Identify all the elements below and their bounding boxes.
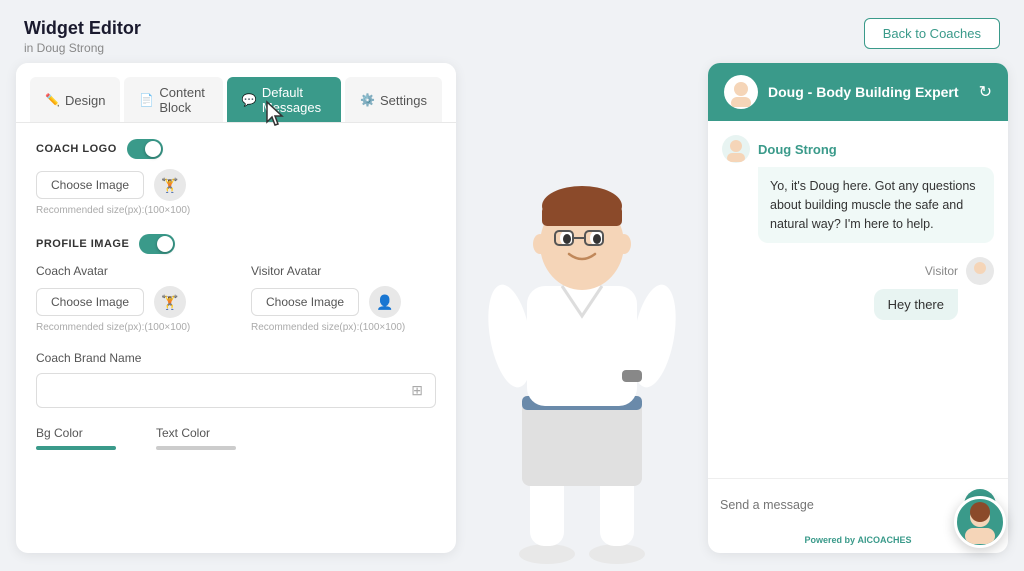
visitor-message: Visitor Hey there xyxy=(722,257,994,320)
chat-header-avatar xyxy=(724,75,758,109)
visitor-msg-header: Visitor xyxy=(925,257,994,285)
coach-logo-choose-btn[interactable]: Choose Image xyxy=(36,171,144,199)
bg-color-label: Bg Color xyxy=(36,426,116,440)
chat-input[interactable] xyxy=(720,498,956,512)
settings-icon: ⚙️ xyxy=(360,93,375,107)
coach-avatar-choose-btn[interactable]: Choose Image xyxy=(36,288,144,316)
visitor-avatar-choose-btn[interactable]: Choose Image xyxy=(251,288,359,316)
main-layout: ✏️ Design 📄 Content Block 💬 Default Mess… xyxy=(0,63,1024,566)
mascot-area xyxy=(456,63,708,566)
coach-logo-label: COACH LOGO xyxy=(36,139,436,159)
tab-settings[interactable]: ⚙️ Settings xyxy=(345,77,442,122)
text-color-label: Text Color xyxy=(156,426,236,440)
chat-messages: Doug Strong Yo, it's Doug here. Got any … xyxy=(708,121,1008,478)
visitor-avatar-label: Visitor Avatar xyxy=(251,264,436,278)
color-section: Bg Color Text Color xyxy=(36,426,436,450)
visitor-label: Visitor xyxy=(925,264,958,278)
brand-name-icon: ⊞ xyxy=(411,382,423,399)
coach-avatar-label: Coach Avatar xyxy=(36,264,221,278)
profile-image-toggle[interactable] xyxy=(139,234,175,254)
visitor-bubble: Hey there xyxy=(874,289,958,320)
panel-content: COACH LOGO Choose Image 🏋️ Recommended s… xyxy=(16,123,456,553)
chat-header-name: Doug - Body Building Expert xyxy=(768,84,959,100)
visitor-avatar-thumb: 👤 xyxy=(369,286,401,318)
profile-image-section: PROFILE IMAGE Coach Avatar Choose Image … xyxy=(36,234,436,333)
bg-color-item: Bg Color xyxy=(36,426,116,450)
footer-brand: AICOACHES xyxy=(858,535,912,545)
tab-bar: ✏️ Design 📄 Content Block 💬 Default Mess… xyxy=(16,63,456,123)
chat-header-info: Doug - Body Building Expert xyxy=(724,75,959,109)
coach-logo-rec-size: Recommended size(px):(100×100) xyxy=(36,205,436,216)
profile-row: Coach Avatar Choose Image 🏋️ Recommended… xyxy=(36,264,436,333)
page-subtitle: in Doug Strong xyxy=(24,41,141,55)
coach-logo-image-row: Choose Image 🏋️ xyxy=(36,169,436,201)
coach-avatar-row: Choose Image 🏋️ xyxy=(36,286,221,318)
coach-logo-thumb: 🏋️ xyxy=(154,169,186,201)
brand-name-input[interactable]: Doug - Body Building Expert xyxy=(49,383,403,398)
coach-avatar-rec-size: Recommended size(px):(100×100) xyxy=(36,322,221,333)
design-icon: ✏️ xyxy=(45,93,60,107)
color-row: Bg Color Text Color xyxy=(36,426,436,450)
coach-msg-header: Doug Strong xyxy=(722,135,994,163)
coach-avatar-col: Coach Avatar Choose Image 🏋️ Recommended… xyxy=(36,264,221,333)
floating-avatar[interactable] xyxy=(954,496,1006,548)
brand-name-label: Coach Brand Name xyxy=(36,351,436,365)
visitor-avatar-rec-size: Recommended size(px):(100×100) xyxy=(251,322,436,333)
coach-message: Doug Strong Yo, it's Doug here. Got any … xyxy=(722,135,994,243)
text-color-item: Text Color xyxy=(156,426,236,450)
coach-name-label: Doug Strong xyxy=(758,142,837,157)
chat-widget: Doug - Body Building Expert ↻ Doug Stron… xyxy=(708,63,1008,553)
tab-default-messages[interactable]: 💬 Default Messages xyxy=(227,77,341,122)
coach-logo-toggle[interactable] xyxy=(127,139,163,159)
mascot-figure xyxy=(472,106,692,566)
chat-header: Doug - Body Building Expert ↻ xyxy=(708,63,1008,121)
text-color-swatch[interactable] xyxy=(156,446,236,450)
default-messages-icon: 💬 xyxy=(242,93,257,107)
coach-avatar-thumb: 🏋️ xyxy=(154,286,186,318)
brand-name-input-row[interactable]: Doug - Body Building Expert ⊞ xyxy=(36,373,436,408)
coach-intro-bubble: Yo, it's Doug here. Got any questions ab… xyxy=(758,167,994,243)
tab-design[interactable]: ✏️ Design xyxy=(30,77,120,122)
refresh-icon[interactable]: ↻ xyxy=(979,82,992,102)
tab-content-block[interactable]: 📄 Content Block xyxy=(124,77,222,122)
bg-color-swatch[interactable] xyxy=(36,446,116,450)
brand-name-section: Coach Brand Name Doug - Body Building Ex… xyxy=(36,351,436,408)
back-to-coaches-button[interactable]: Back to Coaches xyxy=(864,18,1000,49)
left-panel: ✏️ Design 📄 Content Block 💬 Default Mess… xyxy=(16,63,456,553)
visitor-avatar-col: Visitor Avatar Choose Image 👤 Recommende… xyxy=(251,264,436,333)
visitor-avatar-small xyxy=(966,257,994,285)
visitor-avatar-row: Choose Image 👤 xyxy=(251,286,436,318)
page-header: Widget Editor in Doug Strong Back to Coa… xyxy=(0,0,1024,63)
content-block-icon: 📄 xyxy=(139,93,154,107)
coach-avatar-small xyxy=(722,135,750,163)
page-title: Widget Editor xyxy=(24,18,141,39)
profile-image-label: PROFILE IMAGE xyxy=(36,234,436,254)
coach-logo-section: COACH LOGO Choose Image 🏋️ Recommended s… xyxy=(36,139,436,216)
